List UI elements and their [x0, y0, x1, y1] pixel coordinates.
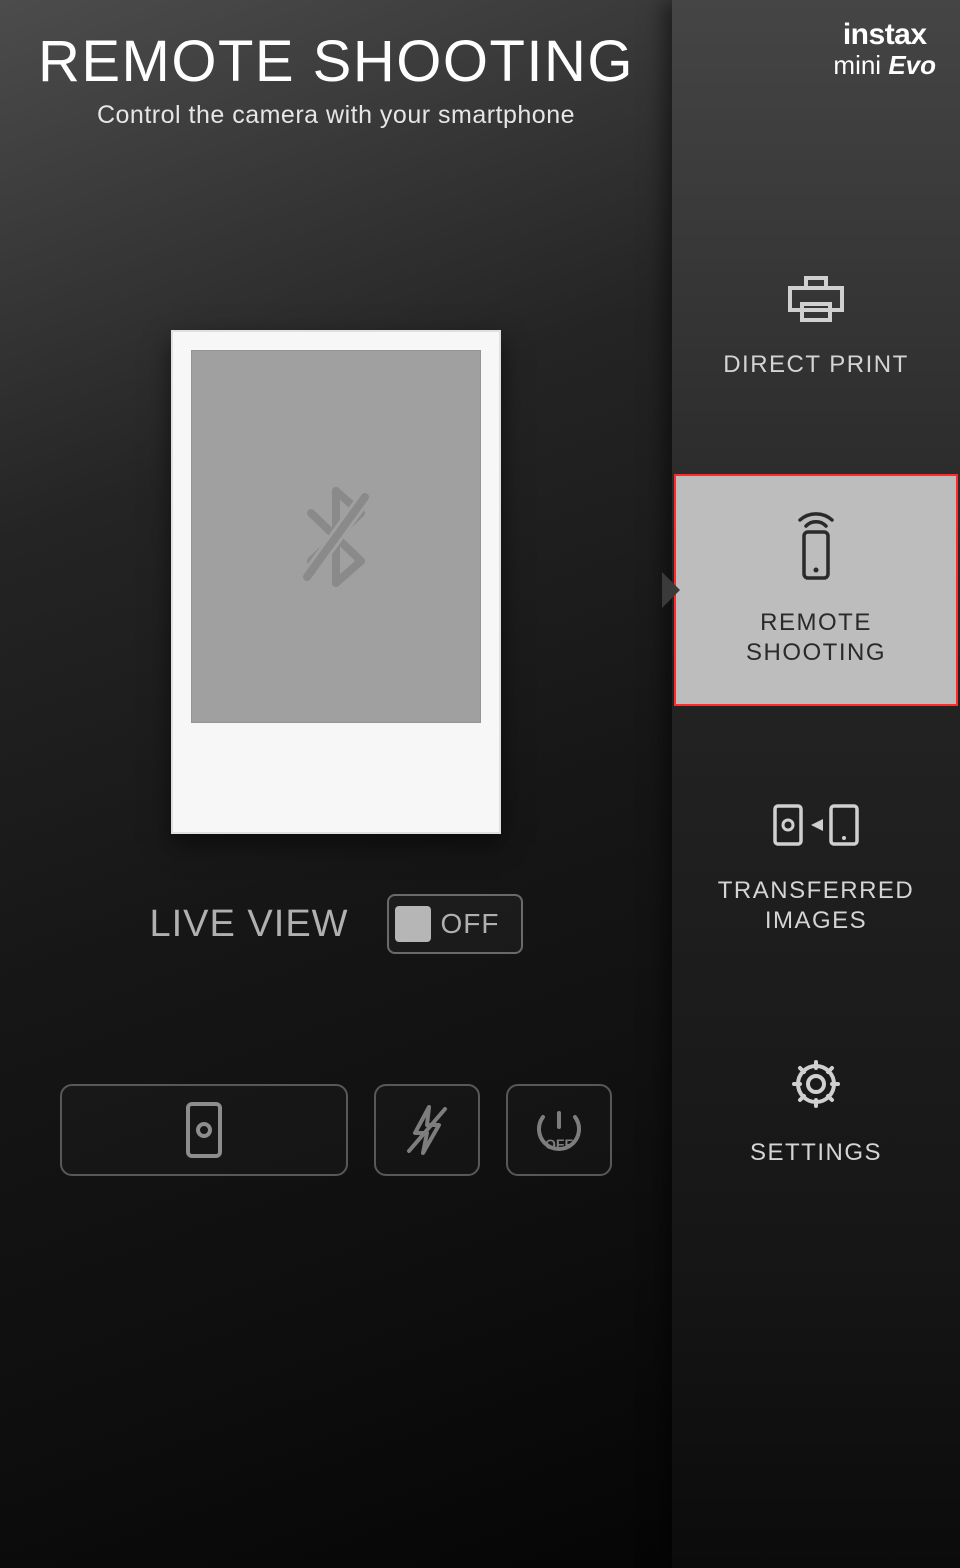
- sidebar-item-direct-print[interactable]: DIRECT PRINT: [672, 240, 960, 416]
- sidebar: instax mini Evo DIRECT PRINT REMOTESHOOT…: [672, 0, 960, 1568]
- timer-off-icon: OFF: [531, 1103, 587, 1157]
- page-title: REMOTE SHOOTING: [38, 28, 634, 95]
- live-view-toggle[interactable]: OFF: [387, 894, 523, 954]
- preview-container: [171, 330, 501, 834]
- sidebar-item-label: DIRECT PRINT: [723, 350, 909, 380]
- sidebar-item-label: SETTINGS: [750, 1138, 882, 1168]
- page-subtitle: Control the camera with your smartphone: [97, 101, 575, 130]
- sidebar-item-label: TRANSFERREDIMAGES: [718, 876, 915, 936]
- logo-line2: mini Evo: [833, 52, 936, 78]
- brand-logo: instax mini Evo: [833, 20, 936, 78]
- shutter-button[interactable]: [60, 1084, 348, 1176]
- timer-button[interactable]: OFF: [506, 1084, 612, 1176]
- sidebar-item-remote-shooting[interactable]: REMOTESHOOTING: [674, 474, 958, 706]
- live-view-row: LIVE VIEW OFF: [149, 894, 522, 954]
- printer-icon: [784, 276, 848, 324]
- live-view-label: LIVE VIEW: [149, 903, 348, 946]
- logo-line1: instax: [833, 20, 936, 50]
- polaroid-frame: [171, 330, 501, 834]
- svg-text:OFF: OFF: [545, 1136, 573, 1152]
- preview-image-area: [191, 350, 481, 723]
- gear-icon: [788, 1056, 844, 1112]
- flash-button[interactable]: [374, 1084, 480, 1176]
- phone-remote-icon: [794, 512, 838, 582]
- control-button-row: OFF: [0, 1084, 672, 1176]
- selected-indicator-arrow: [662, 572, 680, 608]
- live-view-state: OFF: [441, 908, 500, 940]
- sidebar-item-label: REMOTESHOOTING: [746, 608, 886, 668]
- camera-phone-icon: [184, 1102, 224, 1158]
- toggle-knob: [395, 906, 431, 942]
- bluetooth-disabled-icon: [301, 485, 371, 589]
- sidebar-item-transferred-images[interactable]: TRANSFERREDIMAGES: [672, 764, 960, 972]
- flash-off-icon: [403, 1103, 451, 1157]
- sidebar-item-settings[interactable]: SETTINGS: [672, 1020, 960, 1204]
- main-panel: REMOTE SHOOTING Control the camera with …: [0, 0, 672, 1568]
- transfer-icon: [771, 800, 861, 850]
